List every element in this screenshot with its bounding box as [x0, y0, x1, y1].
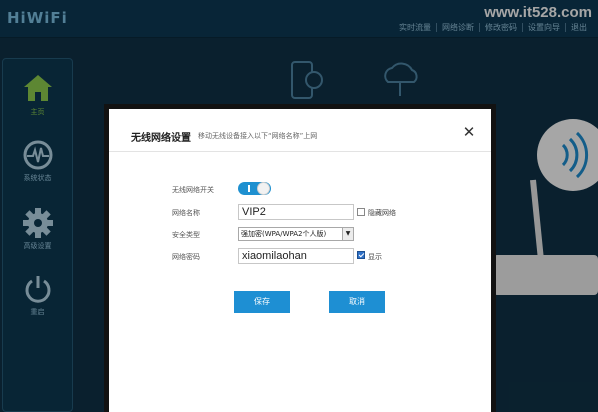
- dialog-header: 无线网络设置 移动无线设备接入以下“网络名称”上网 ✕: [109, 109, 491, 152]
- close-icon[interactable]: ✕: [461, 124, 477, 140]
- cancel-button[interactable]: 取消: [329, 291, 385, 313]
- show-password-label: 显示: [368, 253, 382, 261]
- security-type-select[interactable]: 强加密(WPA/WPA2个人版) ▼: [238, 227, 354, 241]
- security-type-label: 安全类型: [172, 231, 200, 239]
- password-input[interactable]: xiaomilaohan: [238, 248, 354, 264]
- toggle-on-indicator: [248, 185, 250, 192]
- wireless-settings-dialog: 无线网络设置 移动无线设备接入以下“网络名称”上网 ✕ 无线网络开关 网络名称 …: [104, 104, 496, 412]
- wifi-switch-toggle[interactable]: [238, 182, 271, 195]
- wifi-switch-label: 无线网络开关: [172, 186, 214, 194]
- ssid-label: 网络名称: [172, 209, 200, 217]
- hide-network-label: 隐藏网络: [368, 209, 396, 217]
- ssid-input[interactable]: VIP2: [238, 204, 354, 220]
- chevron-down-icon[interactable]: ▼: [342, 228, 353, 240]
- dialog-title: 无线网络设置: [131, 133, 191, 144]
- save-button[interactable]: 保存: [234, 291, 290, 313]
- hide-network-checkbox[interactable]: [357, 208, 365, 216]
- toggle-knob: [257, 182, 270, 195]
- dialog-subtitle: 移动无线设备接入以下“网络名称”上网: [198, 132, 318, 140]
- dialog-body: 无线网络设置 移动无线设备接入以下“网络名称”上网 ✕ 无线网络开关 网络名称 …: [109, 109, 491, 412]
- show-password-checkbox[interactable]: [357, 251, 365, 259]
- password-label: 网络密码: [172, 253, 200, 261]
- security-type-value: 强加密(WPA/WPA2个人版): [241, 230, 327, 238]
